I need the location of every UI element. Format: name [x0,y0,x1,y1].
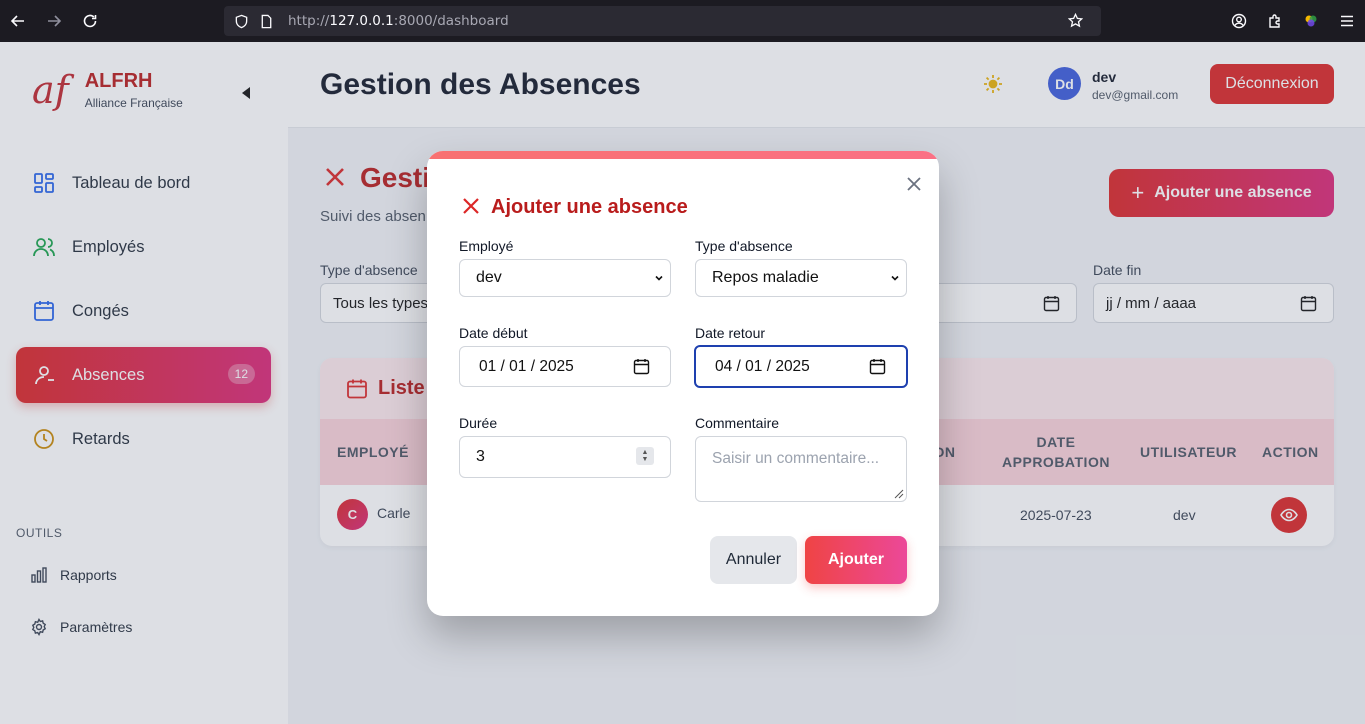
url-bar[interactable]: http://127.0.0.1:8000/dashboard [224,6,1101,36]
account-icon [1231,13,1247,29]
modal-accent-strip [427,151,939,159]
calendar-icon[interactable] [633,358,650,375]
page-icon [261,14,272,28]
return-date-field[interactable]: 04 / 01 / 2025 [694,345,908,388]
puzzle-icon [1269,14,1280,28]
close-x-icon [463,198,479,214]
url-host: 127.0.0.1 [329,13,394,29]
resize-handle-icon[interactable] [892,487,904,499]
color-extension-icon [1305,15,1317,27]
bookmark-star-icon[interactable] [1068,13,1083,28]
url-text: http://127.0.0.1:8000/dashboard [288,13,509,29]
stepper-down-icon: ▼ [641,456,649,463]
submit-button[interactable]: Ajouter [805,536,907,584]
calendar-icon[interactable] [869,358,886,375]
browser-toolbar: http://127.0.0.1:8000/dashboard [0,0,1365,42]
reload-button[interactable] [72,0,108,42]
modal-title: Ajouter une absence [491,196,688,218]
cancel-button[interactable]: Annuler [710,536,797,584]
absence-type-select[interactable]: Repos maladie [695,259,907,297]
arrow-right-icon [48,15,62,27]
url-scheme: http:// [288,13,330,29]
number-stepper[interactable]: ▲ ▼ [636,447,654,465]
absence-type-select-value: Repos maladie [712,269,819,286]
employee-select-value: dev [476,269,502,286]
forward-button[interactable] [36,0,72,42]
extension-color-button[interactable] [1293,0,1329,42]
menu-button[interactable] [1329,0,1365,42]
return-date-value: 04 / 01 / 2025 [715,357,810,375]
url-path: :8000/dashboard [393,13,509,29]
back-button[interactable] [0,0,36,42]
start-date-field[interactable]: 01 / 01 / 2025 [459,346,671,387]
return-date-label: Date retour [695,325,766,341]
duration-label: Durée [459,415,498,431]
duration-value: 3 [476,448,485,465]
browser-actions [1221,0,1365,42]
extensions-button[interactable] [1257,0,1293,42]
account-button[interactable] [1221,0,1257,42]
start-date-value: 01 / 01 / 2025 [479,357,574,375]
reload-icon [83,14,97,28]
duration-input[interactable]: 3 ▲ ▼ [459,436,671,478]
employee-select[interactable]: dev [459,259,671,297]
chevron-down-icon [891,275,899,281]
stepper-up-icon: ▲ [641,449,649,456]
close-icon[interactable] [905,175,923,193]
comment-textarea[interactable]: Saisir un commentaire... [695,436,907,502]
chevron-down-icon [655,275,663,281]
comment-placeholder: Saisir un commentaire... [712,450,880,467]
shield-icon [235,14,248,28]
comment-label: Commentaire [695,415,780,431]
absence-type-label: Type d'absence [695,238,793,254]
start-date-label: Date début [459,325,528,341]
arrow-left-icon [10,15,24,27]
add-absence-modal: Ajouter une absence Employé dev Type d'a… [427,151,939,616]
hamburger-icon [1341,15,1353,27]
employee-label: Employé [459,238,514,254]
